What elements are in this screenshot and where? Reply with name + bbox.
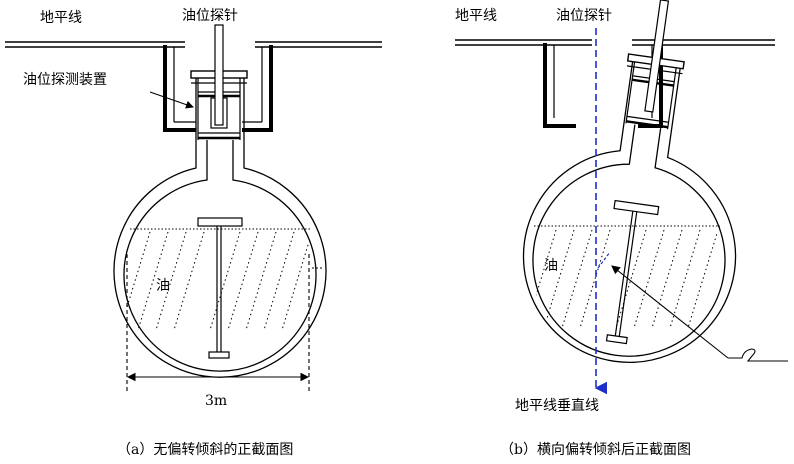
caption-b: （b）横向偏转倾斜后正截面图 [500, 442, 691, 458]
diagram-b: 地平线 油位探针 油 地平线垂直线 （b）横向偏转倾斜后正截面图 [455, 0, 788, 458]
tilted-tank-b [522, 0, 737, 363]
oil-label-b: 油 [544, 258, 558, 274]
device-leader-line [149, 91, 194, 109]
oil-label-a: 油 [156, 278, 170, 294]
ground-line-a [5, 41, 382, 48]
width-label-a: 3m [205, 393, 227, 409]
angle-leader-line-b [611, 265, 729, 359]
device-label-a: 油位探测装置 [23, 72, 107, 88]
oil-hatching-a [124, 231, 313, 331]
vertical-label-b: 地平线垂直线 [515, 397, 599, 414]
tank-wall-b [522, 59, 737, 363]
probe-label-b: 油位探针 [556, 8, 612, 24]
ground-label-a: 地平线 [40, 10, 82, 26]
figure: 地平线 油位探针 油位探测装置 油 3m （a）无偏转倾斜的正截面图 地平线 油… [0, 0, 794, 464]
tank-cross-section-diagrams: 地平线 油位探针 油位探测装置 油 3m （a）无偏转倾斜的正截面图 地平线 油… [5, 0, 788, 458]
tank-inner-wall-a [123, 140, 317, 372]
diagram-a: 地平线 油位探针 油位探测装置 油 3m （a）无偏转倾斜的正截面图 [5, 8, 382, 458]
ground-line-b [455, 39, 775, 46]
caption-a: （a）无偏转倾斜的正截面图 [117, 442, 293, 458]
angle-mark-b [597, 251, 611, 269]
angle-leader-tail-b [728, 348, 788, 362]
probe-label-a: 油位探针 [182, 8, 238, 24]
oil-probe-b [605, 0, 670, 345]
ground-label-b: 地平线 [455, 8, 497, 24]
